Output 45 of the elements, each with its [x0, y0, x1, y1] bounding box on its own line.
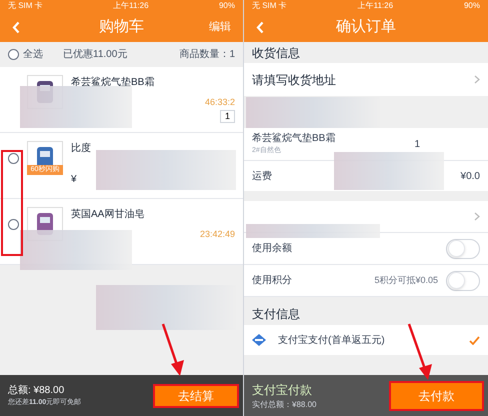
- back-icon: [256, 20, 264, 34]
- section-header: 支付信息: [251, 306, 301, 323]
- toggle-switch[interactable]: [446, 238, 480, 258]
- checkmark-icon: [469, 336, 480, 344]
- product-title: 希芸鲨烷气垫BB霜: [71, 76, 156, 90]
- radio-button[interactable]: [8, 219, 19, 230]
- quantity-text: 1: [414, 138, 420, 152]
- back-icon: [12, 20, 20, 34]
- toggle-switch[interactable]: [446, 270, 480, 290]
- shipping-fee-label: 运费: [252, 170, 272, 184]
- points-note: 5积分可抵¥0.05: [373, 274, 438, 287]
- item-count: 商品数量：1: [179, 48, 235, 62]
- countdown-timer: 23:42:49: [200, 228, 235, 241]
- address-label: 请填写收货地址: [252, 72, 336, 88]
- screen-title: 确认订单: [336, 16, 396, 37]
- screen-title: 购物车: [99, 16, 144, 37]
- payment-label: 支付宝支付(首单返五元): [278, 334, 386, 348]
- wallet-icon: [252, 334, 266, 346]
- product-title: 比度: [71, 142, 92, 156]
- option-label: 使用积分: [252, 274, 292, 288]
- chevron-right-icon: [474, 212, 480, 221]
- battery-text: 90%: [464, 1, 480, 11]
- shipping-fee-value: ¥0.0: [460, 170, 480, 184]
- payment-option[interactable]: 支付宝支付(首单返五元): [244, 325, 488, 355]
- radio-button[interactable]: [8, 153, 19, 164]
- carrier-text: 无 SIM 卡: [8, 1, 43, 11]
- carrier-text: 无 SIM 卡: [252, 1, 287, 11]
- price-text: ¥: [71, 173, 78, 187]
- total-text: 实付总额：¥88.00: [252, 398, 318, 410]
- discount-text: 已优惠11.00元: [63, 48, 128, 62]
- clock-text: 上午11:26: [358, 1, 394, 11]
- battery-text: 90%: [218, 1, 235, 11]
- select-all-label: 全选: [23, 48, 44, 62]
- payment-method-title: 支付宝付款: [252, 382, 313, 398]
- total-text: 总额: ¥88.00: [8, 384, 66, 398]
- radio-button[interactable]: [8, 49, 19, 60]
- chevron-right-icon: [474, 75, 480, 84]
- address-row[interactable]: 请填写收货地址: [244, 63, 488, 96]
- clock-text: 上午11:26: [113, 1, 149, 11]
- quantity-field[interactable]: 1: [220, 110, 235, 122]
- product-title: 希芸鲨烷气垫BB霜: [252, 132, 336, 146]
- product-title: 英国AA网甘油皂: [71, 208, 146, 222]
- option-label: 使用余额: [252, 242, 292, 256]
- section-header: 收货信息: [251, 44, 301, 62]
- countdown-timer: 46:33:2: [204, 96, 235, 109]
